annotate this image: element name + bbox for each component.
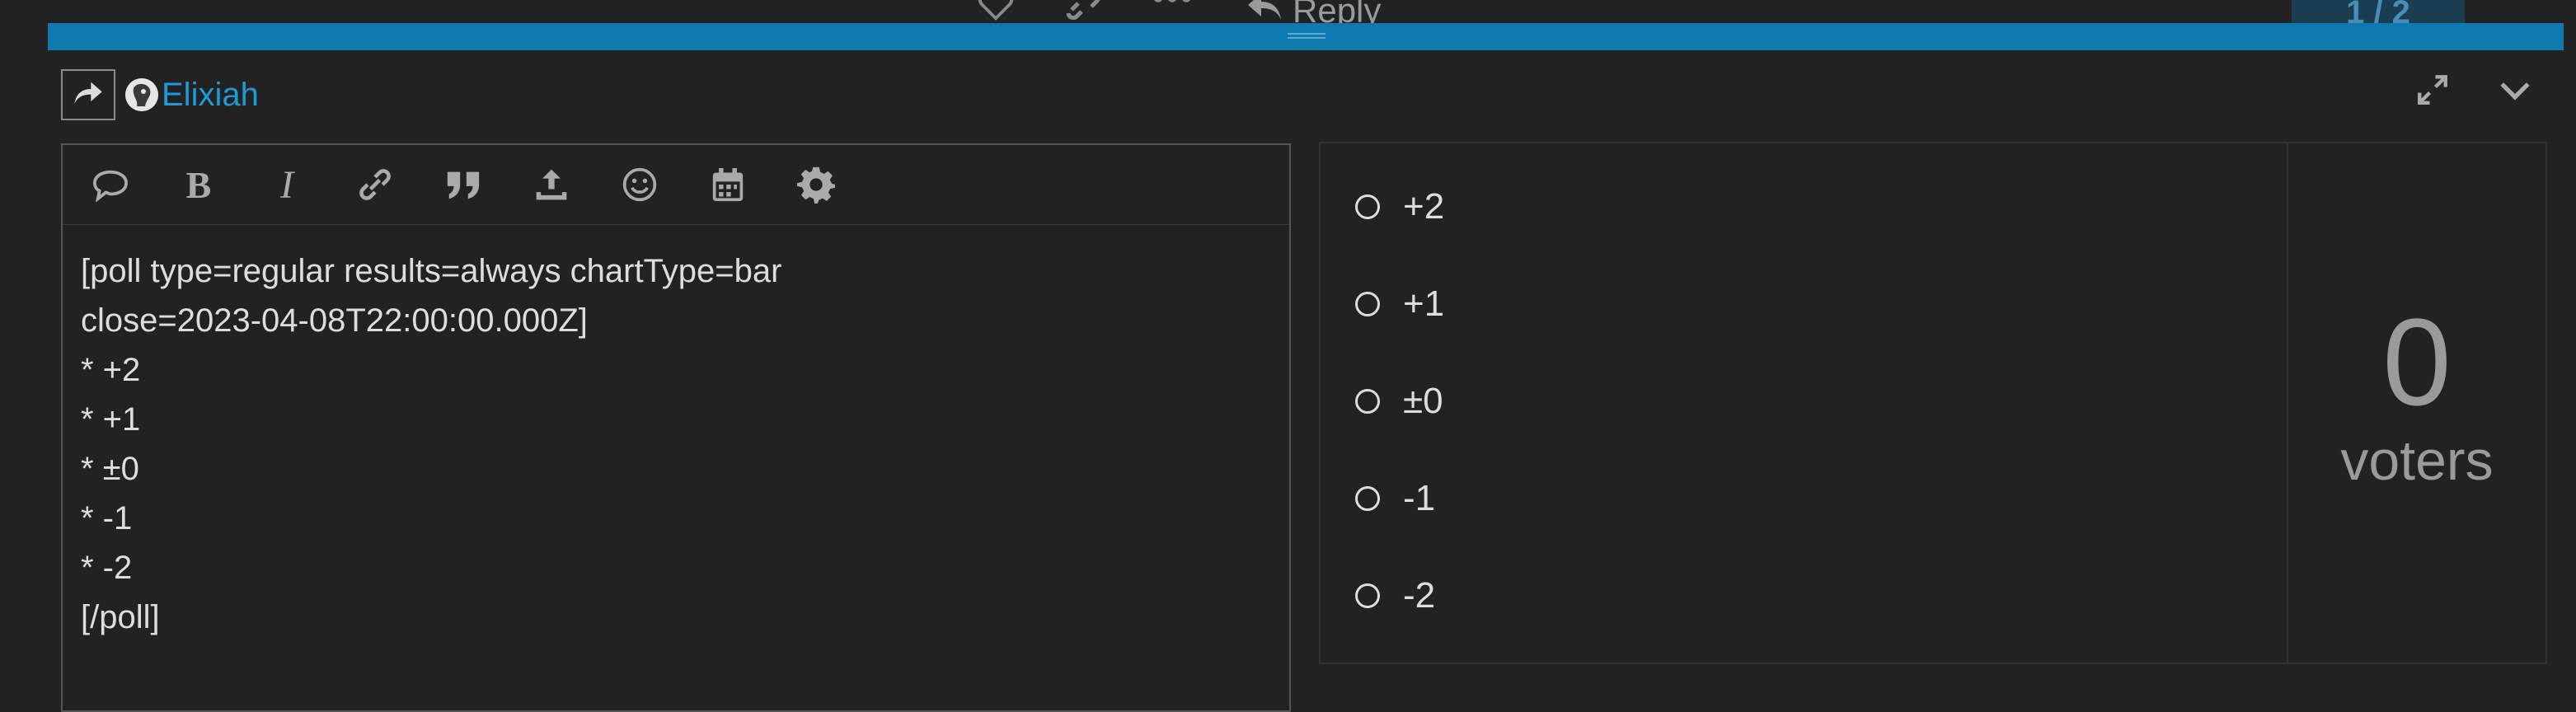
poll-option-label: -1 — [1403, 478, 1436, 518]
poll-option[interactable]: +2 — [1355, 158, 1444, 255]
bold-icon[interactable]: B — [176, 162, 222, 208]
share-icon — [72, 79, 105, 111]
link-icon[interactable] — [352, 162, 398, 208]
composer-reply-to: Elixiah — [61, 69, 259, 120]
radio-icon[interactable] — [1355, 194, 1380, 219]
voters-count: 0 — [2382, 293, 2452, 431]
radio-icon[interactable] — [1355, 389, 1380, 414]
blockquote-icon[interactable] — [440, 162, 486, 208]
reply-icon — [1245, 0, 1284, 25]
editor-textarea[interactable]: [poll type=regular results=always chartT… — [63, 225, 1289, 642]
heart-icon[interactable] — [977, 0, 1015, 25]
composer-editor: B I [poll type=regular results=always ch… — [61, 143, 1291, 712]
gear-icon[interactable] — [793, 162, 839, 208]
poll-option-label: -2 — [1403, 575, 1436, 616]
quote-icon[interactable] — [87, 162, 134, 208]
expand-icon[interactable] — [2415, 73, 2450, 111]
avatar[interactable] — [125, 78, 158, 111]
poll-option-label: ±0 — [1403, 381, 1443, 421]
chevron-down-icon[interactable] — [2498, 77, 2532, 106]
poll-option-label: +1 — [1403, 283, 1445, 324]
reply-to-user-link[interactable]: Elixiah — [162, 77, 259, 114]
ellipsis-icon[interactable] — [1151, 0, 1194, 17]
timeline-progress[interactable]: 1 / 2 — [2292, 0, 2465, 25]
reply-button[interactable]: Reply — [1245, 0, 1381, 25]
post-controls: Reply 1 / 2 — [0, 0, 2576, 25]
reply-label: Reply — [1293, 0, 1382, 25]
poll-info: 0 voters — [2287, 143, 2546, 663]
voters-label: voters — [2340, 429, 2494, 492]
poll-option[interactable]: +1 — [1355, 255, 1444, 353]
editor-toolbar: B I — [63, 145, 1289, 225]
calendar-icon[interactable] — [705, 162, 751, 208]
grippie-handle[interactable] — [1288, 33, 1326, 40]
poll-option[interactable]: -2 — [1355, 547, 1444, 644]
upload-icon[interactable] — [528, 162, 575, 208]
composer-preview: +2 +1 ±0 -1 -2 0 voters — [1319, 142, 2547, 664]
italic-icon[interactable]: I — [264, 162, 310, 208]
radio-icon[interactable] — [1355, 583, 1380, 608]
composer-action-button[interactable] — [61, 69, 115, 120]
poll-option[interactable]: ±0 — [1355, 353, 1444, 450]
link-icon[interactable] — [1062, 0, 1101, 25]
poll-option[interactable]: -1 — [1355, 450, 1444, 547]
radio-icon[interactable] — [1355, 292, 1380, 316]
emoji-icon[interactable] — [617, 162, 663, 208]
poll-options: +2 +1 ±0 -1 -2 — [1355, 158, 1444, 644]
poll-option-label: +2 — [1403, 186, 1445, 227]
radio-icon[interactable] — [1355, 486, 1380, 511]
